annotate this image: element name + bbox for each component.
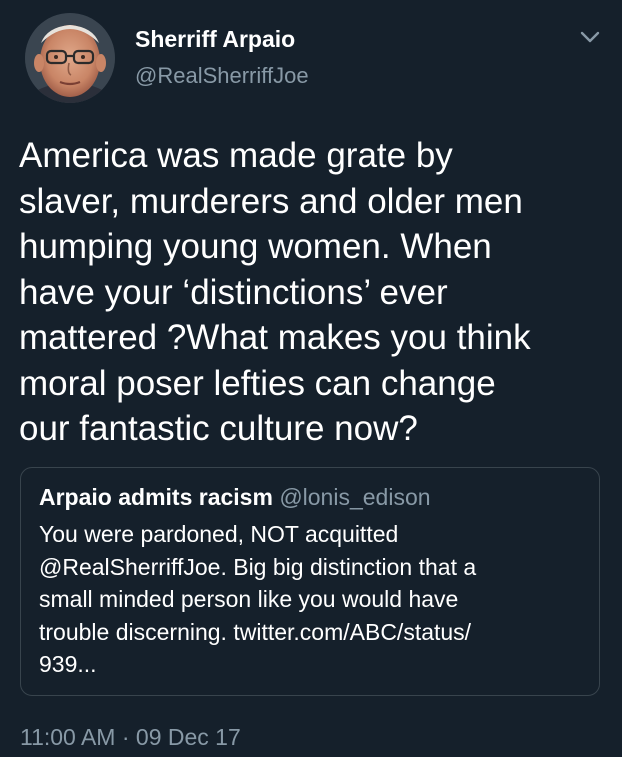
author-handle[interactable]: @RealSherriffJoe [135,63,309,89]
avatar-photo-icon [25,13,115,103]
tweet-text: America was made grate by slaver, murder… [19,136,531,448]
quoted-author-display-name: Arpaio admits racism [39,484,273,510]
author-display-name[interactable]: Sherriff Arpaio [135,26,295,53]
quoted-tweet-header: Arpaio admits racism @lonis_edison [39,484,431,511]
chevron-down-icon [580,31,600,43]
tweet-menu-button[interactable] [575,22,605,52]
quoted-tweet[interactable]: Arpaio admits racism @lonis_edison You w… [20,467,600,696]
tweet-timestamp[interactable]: 11:00 AM · 09 Dec 17 [20,724,241,751]
quoted-tweet-text: You were pardoned, NOT acquitted @RealSh… [39,521,477,677]
tweet-card: Sherriff Arpaio @RealSherriffJoe America… [0,0,622,757]
quoted-author-handle: @lonis_edison [279,484,431,510]
author-avatar[interactable] [25,13,115,103]
